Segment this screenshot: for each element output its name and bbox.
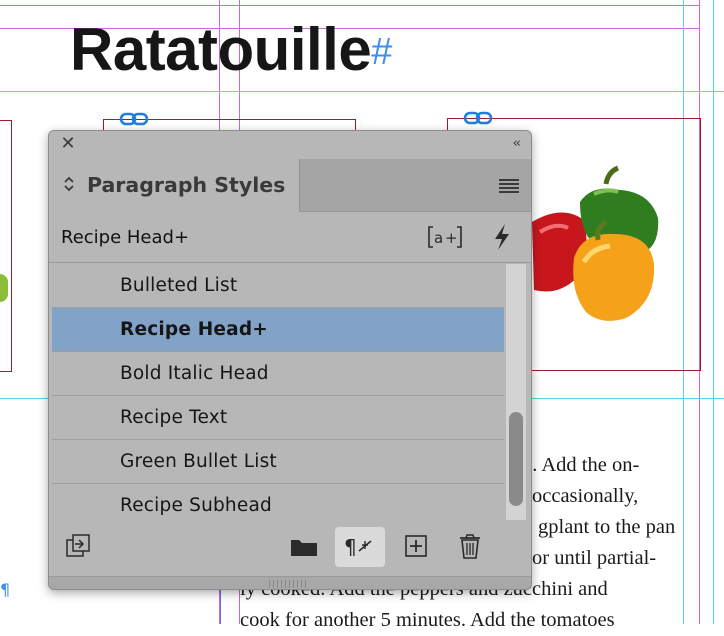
load-styles-icon[interactable] [65, 532, 95, 560]
delete-trash-icon[interactable] [455, 532, 485, 560]
panel-title-bar[interactable]: ✕ ‹‹ [49, 131, 531, 159]
svg-text:¶: ¶ [344, 535, 357, 559]
scrollbar[interactable] [506, 264, 526, 520]
close-icon[interactable]: ✕ [59, 135, 77, 153]
current-style-label: Recipe Head+ [61, 227, 190, 248]
link-icon[interactable] [119, 111, 149, 127]
resize-grip [269, 580, 309, 588]
panel-tab-strip: Paragraph Styles [49, 159, 531, 212]
list-item[interactable]: Recipe Text [52, 396, 504, 440]
new-style-icon[interactable] [401, 532, 431, 560]
style-name: Recipe Text [120, 407, 228, 428]
svg-text:a: a [434, 229, 443, 247]
tab-order-arrows-icon [64, 176, 74, 192]
style-name: Recipe Subhead [120, 495, 272, 516]
quick-apply-lightning-icon[interactable] [487, 222, 517, 252]
title-text: Ratatouille [70, 16, 372, 83]
collapse-panel-icon[interactable]: ‹‹ [513, 136, 522, 151]
style-list[interactable]: Bulleted List Recipe Head+ Bold Italic H… [52, 264, 504, 520]
style-name: Recipe Head+ [120, 319, 268, 340]
end-of-story-mark: # [371, 31, 392, 73]
style-name: Bold Italic Head [120, 363, 269, 384]
style-override-icon[interactable]: a + [427, 222, 463, 252]
panel-resize-handle[interactable] [49, 576, 531, 589]
svg-text:+: + [445, 229, 458, 247]
list-item[interactable]: Bulleted List [52, 264, 504, 308]
peppers-image[interactable] [522, 162, 672, 332]
tab-paragraph-styles[interactable]: Paragraph Styles [49, 159, 300, 212]
link-icon[interactable] [463, 110, 493, 126]
text-line: cook for another 5 minutes. Add the toma… [240, 609, 615, 631]
tab-label: Paragraph Styles [87, 173, 286, 197]
scrollbar-thumb[interactable] [509, 412, 523, 506]
list-item[interactable]: Recipe Head+ [52, 308, 504, 352]
paragraph-mark: ¶ [0, 580, 11, 599]
image-frame-left[interactable] [0, 120, 12, 372]
green-leaf [0, 274, 8, 302]
style-name: Green Bullet List [120, 451, 277, 472]
guide-line [0, 5, 700, 6]
list-item[interactable]: Bold Italic Head [52, 352, 504, 396]
paragraph-styles-panel[interactable]: ✕ ‹‹ Paragraph Styles Recipe Head+ a + B… [48, 130, 532, 590]
style-name: Bulleted List [120, 275, 238, 296]
current-style-row: Recipe Head+ a + [49, 212, 531, 263]
clear-overrides-icon: ¶ [344, 535, 372, 559]
list-item[interactable]: Green Bullet List [52, 440, 504, 484]
clear-overrides-button[interactable]: ¶ [335, 527, 385, 567]
guide-line [0, 91, 724, 92]
panel-menu-icon[interactable] [499, 179, 519, 193]
list-item[interactable]: Recipe Subhead [52, 484, 504, 520]
new-group-folder-icon[interactable] [289, 532, 319, 560]
document-title[interactable]: Ratatouille# [70, 12, 392, 90]
panel-bottom-toolbar: ¶ [49, 520, 531, 576]
